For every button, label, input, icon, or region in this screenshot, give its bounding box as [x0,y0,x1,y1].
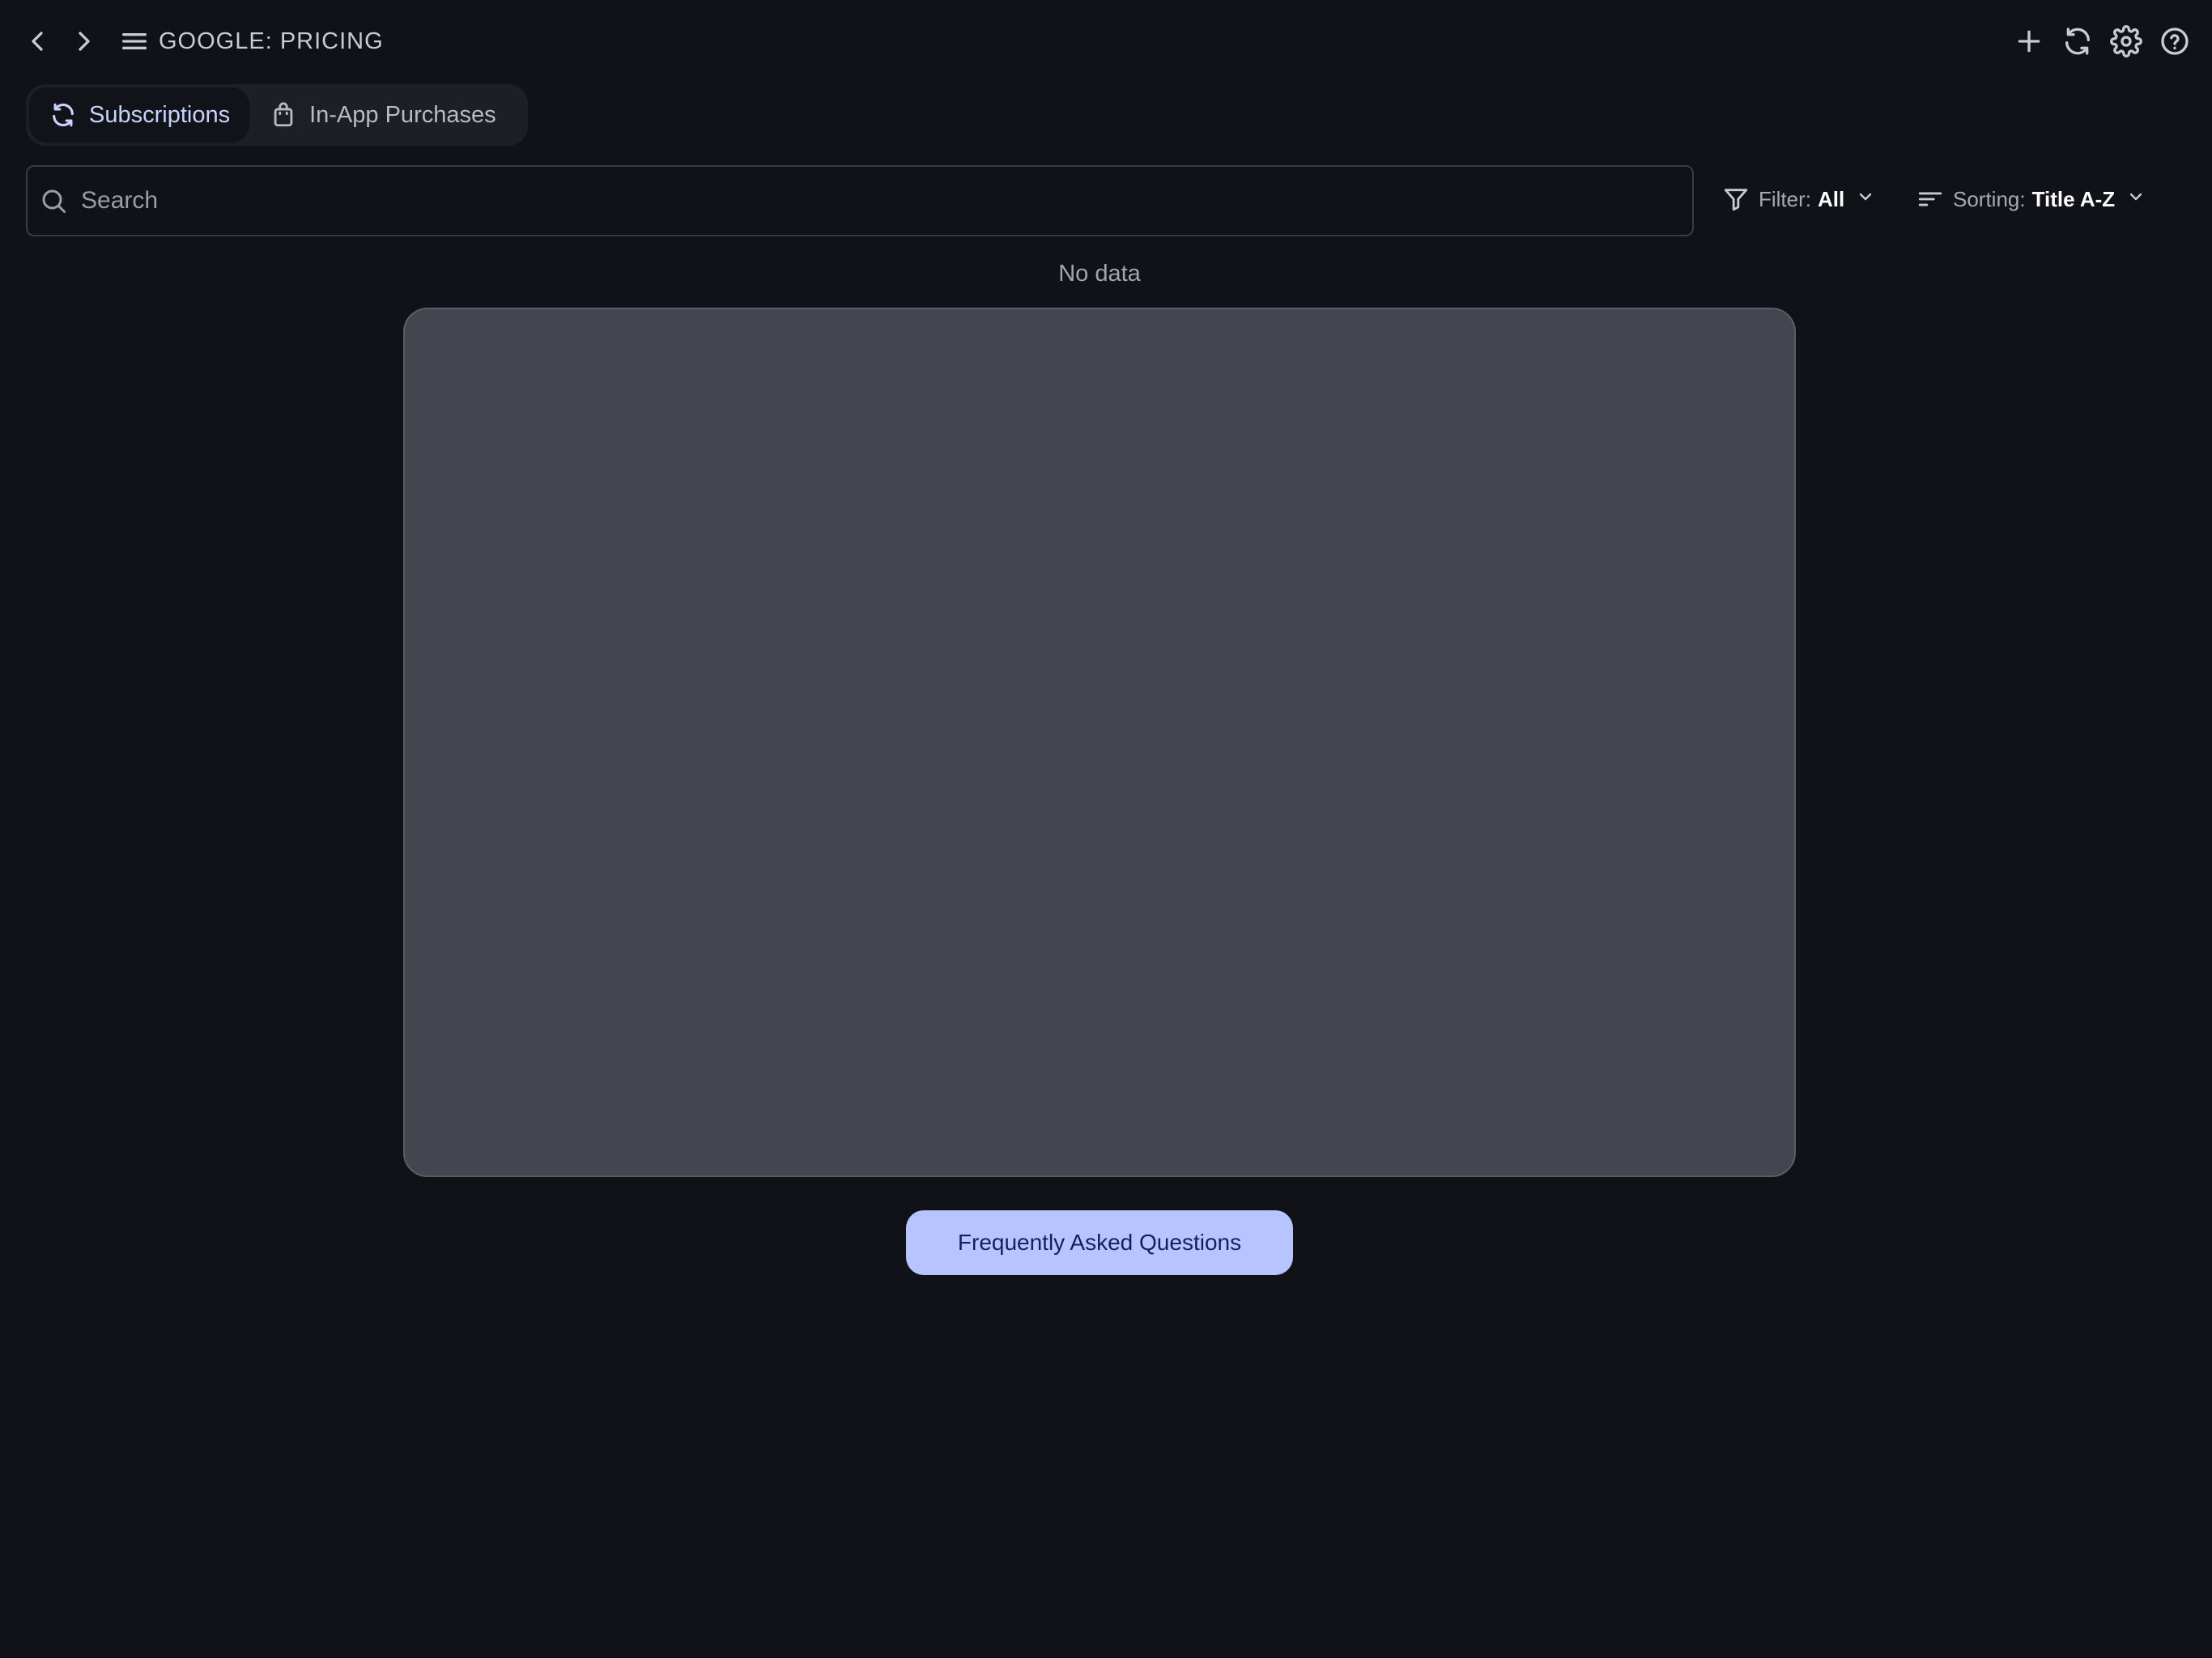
filter-dropdown[interactable]: Filter: All [1720,176,1875,222]
menu-icon [122,33,147,49]
empty-state-text: No data [1058,261,1141,287]
page-title: GOOGLE: PRICING [159,28,384,54]
tab-label: In-App Purchases [309,101,496,128]
chevron-down-icon [2126,187,2146,212]
filter-label: Filter: [1759,186,1811,211]
gear-icon [2110,25,2142,57]
segmented-tabs: Subscriptions In-App Purchases [26,84,528,146]
chevron-right-icon [79,32,90,51]
filter-value: All [1818,186,1845,211]
plus-icon [2018,30,2040,53]
sorting-dropdown[interactable]: Sorting: Title A-Z [1914,176,2146,222]
sorting-value: Title A-Z [2031,186,2116,211]
help-icon [2161,28,2189,55]
forward-button[interactable] [62,19,107,64]
chevron-down-icon [1856,187,1875,212]
tab-in-app-purchases[interactable]: In-App Purchases [249,87,516,142]
tab-subscriptions[interactable]: Subscriptions [29,87,250,142]
settings-button[interactable] [2104,19,2149,64]
filter-icon [1720,183,1752,215]
top-bar: GOOGLE: PRICING [0,0,2212,83]
help-button[interactable] [2152,19,2197,64]
sort-icon [1914,183,1946,215]
shopping-bag-icon [269,100,298,130]
search-input[interactable] [71,168,1692,233]
refresh-button[interactable] [2055,19,2100,64]
menu-button[interactable] [112,19,157,64]
faq-button[interactable]: Frequently Asked Questions [906,1210,1293,1275]
tab-label: Subscriptions [89,101,231,128]
search-icon [36,183,71,219]
refresh-icon [2065,28,2090,55]
chevron-left-icon [32,32,43,51]
empty-state-placeholder [403,308,1796,1177]
sorting-label: Sorting: [1953,186,2026,211]
back-button[interactable] [15,19,60,64]
refresh-icon [49,100,78,130]
add-button[interactable] [2006,19,2052,64]
search-bar [26,165,1694,236]
